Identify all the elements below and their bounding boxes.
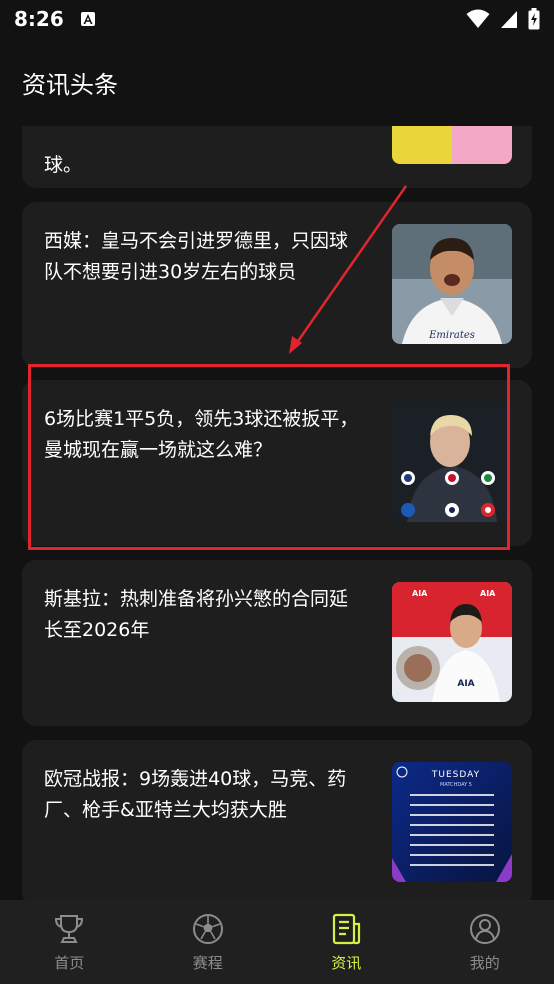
news-icon: [333, 913, 361, 944]
nav-label: 赛程: [192, 953, 223, 972]
nav-home[interactable]: 首页: [0, 900, 139, 984]
nav-schedule[interactable]: 赛程: [139, 900, 278, 984]
nav-label: 我的: [469, 953, 500, 972]
trophy-icon: [55, 914, 84, 943]
bottom-nav: 首页 赛程 资讯 我的: [0, 900, 554, 984]
nav-label: 资讯: [331, 953, 362, 972]
annotation-arrow: [289, 185, 408, 354]
football-icon: [192, 913, 223, 944]
nav-label: 首页: [54, 953, 85, 972]
profile-icon: [469, 913, 500, 944]
nav-profile[interactable]: 我的: [416, 900, 554, 984]
nav-news[interactable]: 资讯: [277, 900, 416, 984]
